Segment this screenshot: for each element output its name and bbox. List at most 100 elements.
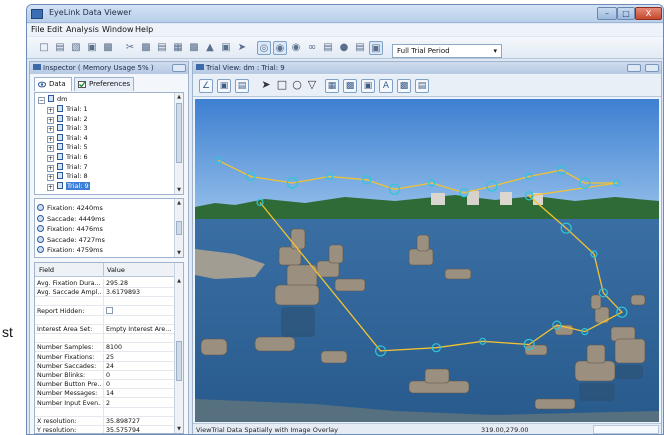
copy-icon[interactable]: ▩ bbox=[139, 41, 153, 55]
panel-icon bbox=[33, 64, 41, 70]
open-folder-icon[interactable]: ▤ bbox=[53, 41, 67, 55]
tree-item-trial[interactable]: + Trial: 9 bbox=[47, 181, 90, 191]
rectangle-tool-icon[interactable]: □ bbox=[275, 79, 289, 93]
expand-icon[interactable]: + bbox=[47, 107, 54, 114]
cursor-select-icon[interactable]: ➤ bbox=[235, 41, 249, 55]
animation-view-icon[interactable]: ▤ bbox=[235, 79, 249, 93]
expand-icon[interactable]: + bbox=[47, 155, 54, 162]
record-icon[interactable]: ● bbox=[337, 41, 351, 55]
panel-maximize-button[interactable] bbox=[645, 64, 659, 72]
menu-edit[interactable]: Edit bbox=[47, 25, 63, 34]
scroll-up-icon[interactable]: ▲ bbox=[175, 93, 183, 101]
trash-icon[interactable]: ▲ bbox=[203, 41, 217, 55]
interest-area-icon[interactable]: ▦ bbox=[325, 79, 339, 93]
eye-icon[interactable]: ◉ bbox=[289, 41, 303, 55]
menu-file[interactable]: File bbox=[31, 25, 44, 34]
expand-icon[interactable]: + bbox=[47, 135, 54, 143]
tree-item-trial[interactable]: + Trial: 5 bbox=[47, 143, 88, 153]
grid-icon[interactable]: ▩ bbox=[187, 41, 201, 55]
properties-header: Field Value bbox=[35, 263, 176, 277]
chart-icon[interactable]: ▤ bbox=[353, 41, 367, 55]
event-list-item[interactable]: Fixation: 4240ms bbox=[37, 204, 103, 213]
full-view-icon[interactable]: ▣ bbox=[369, 41, 383, 55]
panel-minimize-button[interactable] bbox=[627, 64, 641, 72]
scroll-down-icon[interactable]: ▼ bbox=[175, 186, 183, 194]
property-row: Number Fixations: 25 bbox=[35, 352, 176, 362]
scroll-thumb[interactable] bbox=[176, 103, 182, 163]
paste-icon[interactable]: ▤ bbox=[155, 41, 169, 55]
table-icon[interactable]: ▦ bbox=[171, 41, 185, 55]
export-image-icon[interactable]: ▤ bbox=[415, 79, 429, 93]
tree-item-trial[interactable]: + Trial: 6 bbox=[47, 153, 88, 162]
tree-item-trial[interactable]: + Trial: 3 bbox=[47, 124, 88, 134]
trial-period-select[interactable]: Full Trial Period ▾ bbox=[392, 44, 502, 58]
menu-window[interactable]: Window bbox=[102, 25, 134, 34]
report-hidden-checkbox[interactable] bbox=[106, 306, 113, 314]
select-arrow-icon[interactable]: ➤ bbox=[259, 79, 273, 93]
image-icon[interactable]: ▣ bbox=[361, 79, 375, 93]
cut-icon[interactable]: ✂ bbox=[123, 41, 137, 55]
scroll-up-icon[interactable]: ▲ bbox=[175, 277, 183, 285]
event-list-item[interactable]: Fixation: 4759ms bbox=[37, 246, 103, 255]
event-label: Fixation: 4476ms bbox=[47, 225, 103, 233]
trial-view-canvas[interactable] bbox=[195, 99, 659, 422]
temporal-graph-icon[interactable]: ∠ bbox=[199, 79, 213, 93]
properties-scrollbar[interactable]: ▲ ▼ bbox=[174, 263, 183, 433]
spatial-overlay-icon[interactable]: ▣ bbox=[217, 79, 231, 93]
property-value: 0 bbox=[103, 371, 175, 380]
event-list-item[interactable]: Saccade: 4727ms bbox=[37, 235, 105, 245]
title-bar[interactable]: EyeLink Data Viewer – □ X bbox=[27, 5, 663, 23]
tree-item-trial[interactable]: + Trial: 8 bbox=[47, 172, 88, 182]
maximize-button[interactable]: □ bbox=[617, 7, 635, 20]
event-list-item[interactable]: Saccade: 4449ms bbox=[37, 214, 105, 224]
delete-icon[interactable]: ▣ bbox=[219, 41, 233, 55]
tab-preferences[interactable]: Preferences bbox=[74, 77, 134, 91]
expand-icon[interactable]: + bbox=[47, 164, 54, 172]
scroll-down-icon[interactable]: ▼ bbox=[175, 425, 183, 433]
expand-icon[interactable]: + bbox=[47, 145, 54, 153]
property-row bbox=[35, 297, 176, 307]
tree-item-trial[interactable]: + Trial: 4 bbox=[47, 133, 88, 143]
tree-root[interactable]: − dm bbox=[38, 95, 67, 104]
expand-icon[interactable]: + bbox=[47, 116, 54, 124]
menu-analysis[interactable]: Analysis bbox=[66, 25, 99, 34]
minimize-button[interactable]: – bbox=[597, 7, 617, 20]
property-value[interactable] bbox=[103, 306, 175, 316]
cursor-coordinates: 319.00,279.00 bbox=[481, 426, 529, 434]
expand-icon[interactable]: + bbox=[47, 183, 54, 191]
scroll-up-icon[interactable]: ▲ bbox=[175, 199, 183, 207]
menu-help[interactable]: Help bbox=[135, 25, 153, 34]
expand-icon[interactable]: + bbox=[47, 126, 54, 134]
event-list-item[interactable]: Fixation: 4476ms bbox=[37, 225, 103, 234]
event-icon bbox=[37, 246, 44, 253]
tab-data[interactable]: Data bbox=[34, 77, 72, 91]
zoom-fit-icon[interactable]: ▩ bbox=[397, 79, 411, 93]
tree-item-trial[interactable]: + Trial: 1 bbox=[47, 105, 88, 114]
scroll-thumb[interactable] bbox=[176, 221, 182, 235]
event-scrollbar[interactable]: ▲ ▼ bbox=[174, 199, 183, 257]
scroll-thumb[interactable] bbox=[176, 341, 182, 381]
save-icon[interactable]: ▣ bbox=[85, 41, 99, 55]
collapse-icon[interactable]: − bbox=[38, 97, 45, 104]
panel-minimize-button[interactable] bbox=[172, 64, 186, 72]
property-field: Avg. Saccade Ampl... bbox=[37, 289, 101, 297]
scroll-down-icon[interactable]: ▼ bbox=[175, 249, 183, 257]
font-icon[interactable]: A bbox=[379, 79, 393, 93]
freehand-tool-icon[interactable]: ▽ bbox=[305, 79, 319, 93]
link-icon[interactable]: ∞ bbox=[305, 41, 319, 55]
close-button[interactable]: X bbox=[635, 7, 662, 20]
print-icon[interactable]: ▩ bbox=[101, 41, 115, 55]
fixation-view-icon[interactable]: ◎ bbox=[257, 41, 271, 55]
tree-scrollbar[interactable]: ▲ ▼ bbox=[174, 93, 183, 194]
app-window: EyeLink Data Viewer – □ X File Edit Anal… bbox=[26, 4, 664, 435]
film-icon[interactable]: ▤ bbox=[321, 41, 335, 55]
expand-icon[interactable]: + bbox=[47, 174, 54, 182]
interest-area-set-icon[interactable]: ▩ bbox=[343, 79, 357, 93]
tree-item-trial[interactable]: + Trial: 7 bbox=[47, 162, 88, 172]
open-file-icon[interactable]: ▧ bbox=[69, 41, 83, 55]
tree-item-trial[interactable]: + Trial: 2 bbox=[47, 114, 88, 124]
ellipse-tool-icon[interactable]: ○ bbox=[290, 79, 304, 93]
new-file-icon[interactable]: □ bbox=[37, 41, 51, 55]
saccade-view-icon[interactable]: ◉ bbox=[273, 41, 287, 55]
tree-item-label: Trial: 8 bbox=[66, 172, 88, 181]
